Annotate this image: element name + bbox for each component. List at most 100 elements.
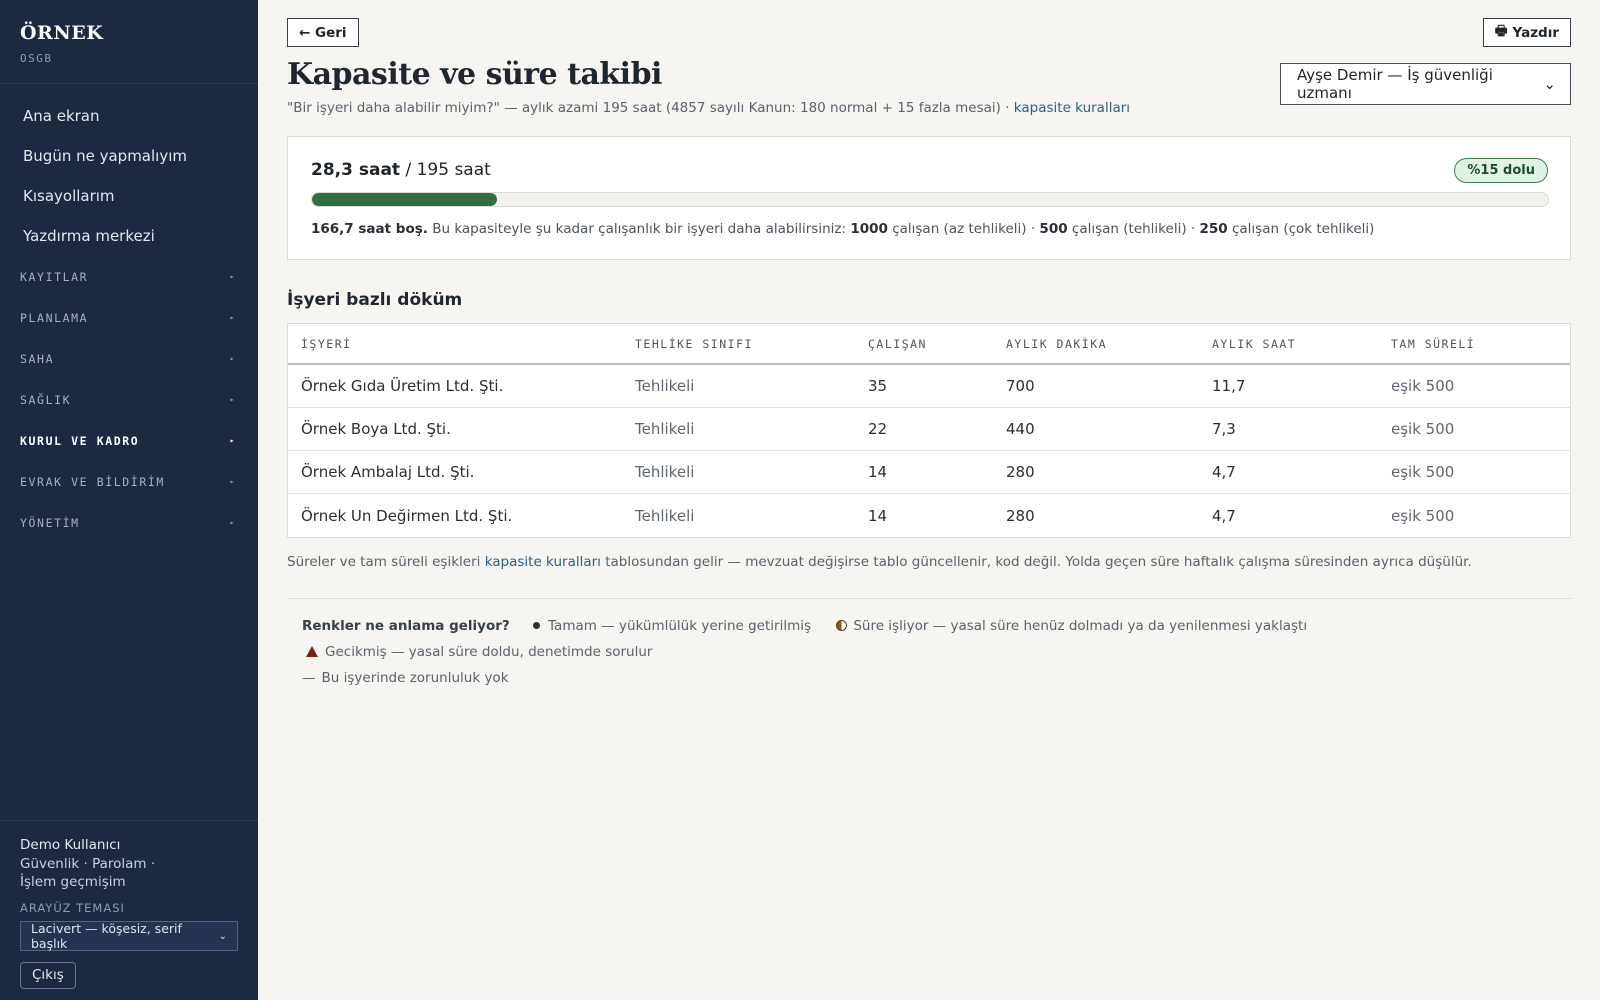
cell-fulltime: eşik 500 bbox=[1391, 377, 1455, 395]
main-content: ← Geri 🖶 Yazdır Kapasite ve süre takibi … bbox=[258, 0, 1600, 1000]
theme-select-value: Lacivert — köşesiz, serif başlık bbox=[31, 921, 182, 951]
capacity-progress-bar bbox=[311, 192, 1549, 207]
capacity-badge: %15 dolu bbox=[1454, 157, 1548, 183]
sidebar: ÖRNEK OSGB Ana ekran Bugün ne yapmalıyım… bbox=[0, 0, 258, 1000]
cell-fulltime: eşik 500 bbox=[1391, 506, 1455, 525]
breakdown-table: İŞYERİ TEHLİKE SINIFI ÇALIŞAN AYLIK DAKİ… bbox=[287, 323, 1571, 538]
cell-workplace: Örnek Un Değirmen Ltd. Şti. bbox=[301, 506, 513, 525]
sidebar-group-field[interactable]: SAHA ▸ bbox=[0, 338, 258, 379]
person-select[interactable]: Ayşe Demir — İş güvenliği uzmanı ⌄ bbox=[1280, 63, 1571, 105]
sidebar-group-records[interactable]: KAYITLAR ▸ bbox=[0, 256, 258, 297]
legend-item-late: Gecikmiş — yasal süre doldu, denetimde s… bbox=[302, 639, 652, 665]
sidebar-group-documents[interactable]: EVRAK VE BİLDİRİM ▸ bbox=[0, 461, 258, 502]
cell-hazard: Tehlikeli bbox=[635, 463, 695, 481]
page-header: Kapasite ve süre takibi "Bir işyeri daha… bbox=[287, 57, 1571, 116]
capacity-total: / 195 saat bbox=[405, 160, 491, 180]
cell-hazard: Tehlikeli bbox=[635, 420, 695, 438]
cell-hours: 4,7 bbox=[1212, 506, 1236, 525]
capacity-count-medium-label: çalışan (tehlikeli) · bbox=[1071, 221, 1196, 237]
column-header: AYLIK SAAT bbox=[1212, 336, 1297, 351]
sidebar-group-label: SAHA bbox=[20, 351, 55, 366]
cell-employees: 35 bbox=[868, 377, 888, 395]
sidebar-group-health[interactable]: SAĞLIK ▸ bbox=[0, 379, 258, 420]
brand-subtitle: OSGB bbox=[20, 52, 53, 65]
legend-item-ok: Tamam — yükümlülük yerine getirilmiş bbox=[528, 613, 811, 639]
cell-hours: 4,7 bbox=[1212, 463, 1236, 481]
logout-button[interactable]: Çıkış bbox=[20, 962, 76, 989]
capacity-count-high-label: çalışan (çok tehlikeli) bbox=[1231, 221, 1375, 237]
sidebar-footer: Demo Kullanıcı Güvenlik · Parolam · İşle… bbox=[0, 820, 258, 1000]
theme-label: ARAYÜZ TEMASI bbox=[20, 901, 125, 915]
sidebar-group-label: SAĞLIK bbox=[20, 392, 72, 407]
sidebar-group-label: KURUL VE KADRO bbox=[20, 433, 140, 448]
chevron-down-icon: ⌄ bbox=[218, 930, 227, 942]
cell-workplace: Örnek Ambalaj Ltd. Şti. bbox=[301, 463, 475, 481]
user-name: Demo Kullanıcı bbox=[20, 837, 121, 853]
capacity-progress-fill bbox=[312, 193, 498, 206]
legend-late-label: Gecikmiş — yasal süre doldu, denetimde s… bbox=[325, 644, 653, 660]
cell-employees: 14 bbox=[868, 506, 888, 525]
sidebar-nav: Ana ekran Bugün ne yapmalıyım Kısayollar… bbox=[0, 84, 258, 543]
half-circle-icon bbox=[836, 620, 848, 631]
legend-item-pending: Süre işliyor — yasal süre henüz dolmadı … bbox=[832, 613, 1307, 639]
sidebar-item-home[interactable]: Ana ekran bbox=[0, 96, 258, 136]
cell-employees: 14 bbox=[868, 463, 888, 481]
caret-right-icon: ▸ bbox=[229, 272, 236, 281]
column-header: AYLIK DAKİKA bbox=[1006, 336, 1108, 351]
legend-title: Renkler ne anlama geliyor? bbox=[302, 618, 510, 634]
caret-right-icon: ▸ bbox=[229, 395, 236, 404]
sidebar-group-management[interactable]: YÖNETİM ▸ bbox=[0, 502, 258, 543]
page-header-text: Kapasite ve süre takibi "Bir işyeri daha… bbox=[287, 57, 1130, 116]
column-header: TEHLİKE SINIFI bbox=[635, 336, 753, 351]
capacity-card: 28,3 saat / 195 saat %15 dolu 166,7 saat… bbox=[287, 136, 1571, 260]
back-button[interactable]: ← Geri bbox=[287, 18, 359, 47]
cell-hours: 11,7 bbox=[1212, 377, 1246, 395]
table-note: Süreler ve tam süreli eşikleri kapasite … bbox=[287, 554, 1571, 570]
capacity-note-text: Bu kapasiteyle şu kadar çalışanlık bir i… bbox=[432, 221, 847, 237]
sidebar-group-planning[interactable]: PLANLAMA ▸ bbox=[0, 297, 258, 338]
sidebar-item-print-center[interactable]: Yazdırma merkezi bbox=[0, 216, 258, 256]
caret-right-icon: ▸ bbox=[229, 518, 236, 527]
topbar: ← Geri 🖶 Yazdır bbox=[287, 18, 1571, 47]
cell-fulltime: eşik 500 bbox=[1391, 463, 1455, 481]
cell-employees: 22 bbox=[868, 420, 888, 438]
security-link[interactable]: Güvenlik · bbox=[20, 856, 88, 872]
theme-select[interactable]: Lacivert — köşesiz, serif başlık ⌄ bbox=[20, 921, 238, 951]
caret-right-icon: ▸ bbox=[229, 477, 236, 486]
page-subtitle: "Bir işyeri daha alabilir miyim?" — aylı… bbox=[287, 100, 1130, 116]
brand-name: ÖRNEK bbox=[20, 22, 104, 44]
capacity-count-medium: 500 bbox=[1039, 221, 1068, 237]
table-row: Örnek Ambalaj Ltd. Şti. Tehlikeli 14 280… bbox=[288, 451, 1570, 494]
sidebar-item-shortcuts[interactable]: Kısayollarım bbox=[0, 176, 258, 216]
legend-none-label: Bu işyerinde zorunluluk yok bbox=[321, 670, 509, 686]
sidebar-group-label: EVRAK VE BİLDİRİM bbox=[20, 474, 165, 489]
sidebar-group-label: YÖNETİM bbox=[20, 515, 80, 530]
cell-minutes: 280 bbox=[1006, 506, 1035, 525]
cell-workplace: Örnek Boya Ltd. Şti. bbox=[301, 420, 451, 438]
breakdown-title: İşyeri bazlı döküm bbox=[287, 290, 463, 310]
capacity-summary: 28,3 saat / 195 saat %15 dolu bbox=[311, 157, 1548, 183]
capacity-used: 28,3 saat bbox=[311, 160, 401, 180]
sidebar-group-label: PLANLAMA bbox=[20, 310, 89, 325]
legend-ok-label: Tamam — yükümlülük yerine getirilmiş bbox=[548, 618, 812, 634]
capacity-count-low-label: çalışan (az tehlikeli) · bbox=[892, 221, 1036, 237]
user-links: Güvenlik · Parolam · İşlem geçmişim bbox=[20, 855, 238, 891]
password-link[interactable]: Parolam · bbox=[92, 856, 155, 872]
sidebar-group-board-staff[interactable]: KURUL VE KADRO ▸ bbox=[0, 420, 258, 461]
dash-icon: — bbox=[302, 670, 316, 686]
brand: ÖRNEK OSGB bbox=[0, 0, 258, 84]
table-note-pre: Süreler ve tam süreli eşikleri bbox=[287, 554, 481, 570]
legend-pending-label: Süre işliyor — yasal süre henüz dolmadı … bbox=[853, 618, 1308, 634]
capacity-amount: 28,3 saat / 195 saat bbox=[311, 160, 491, 180]
history-link[interactable]: İşlem geçmişim bbox=[20, 874, 126, 890]
table-row: Örnek Boya Ltd. Şti. Tehlikeli 22 440 7,… bbox=[288, 408, 1570, 451]
capacity-count-high: 250 bbox=[1199, 221, 1228, 237]
capacity-rules-table-link[interactable]: kapasite kuralları bbox=[485, 554, 601, 570]
caret-right-icon: ▸ bbox=[229, 436, 236, 445]
print-button[interactable]: 🖶 Yazdır bbox=[1482, 18, 1571, 47]
capacity-rules-link[interactable]: kapasite kuralları bbox=[1014, 100, 1130, 116]
chevron-down-icon: ⌄ bbox=[1543, 75, 1556, 93]
sidebar-item-today[interactable]: Bugün ne yapmalıyım bbox=[0, 136, 258, 176]
printer-icon: 🖶 bbox=[1494, 23, 1508, 39]
subtitle-text: "Bir işyeri daha alabilir miyim?" — aylı… bbox=[287, 100, 1010, 116]
